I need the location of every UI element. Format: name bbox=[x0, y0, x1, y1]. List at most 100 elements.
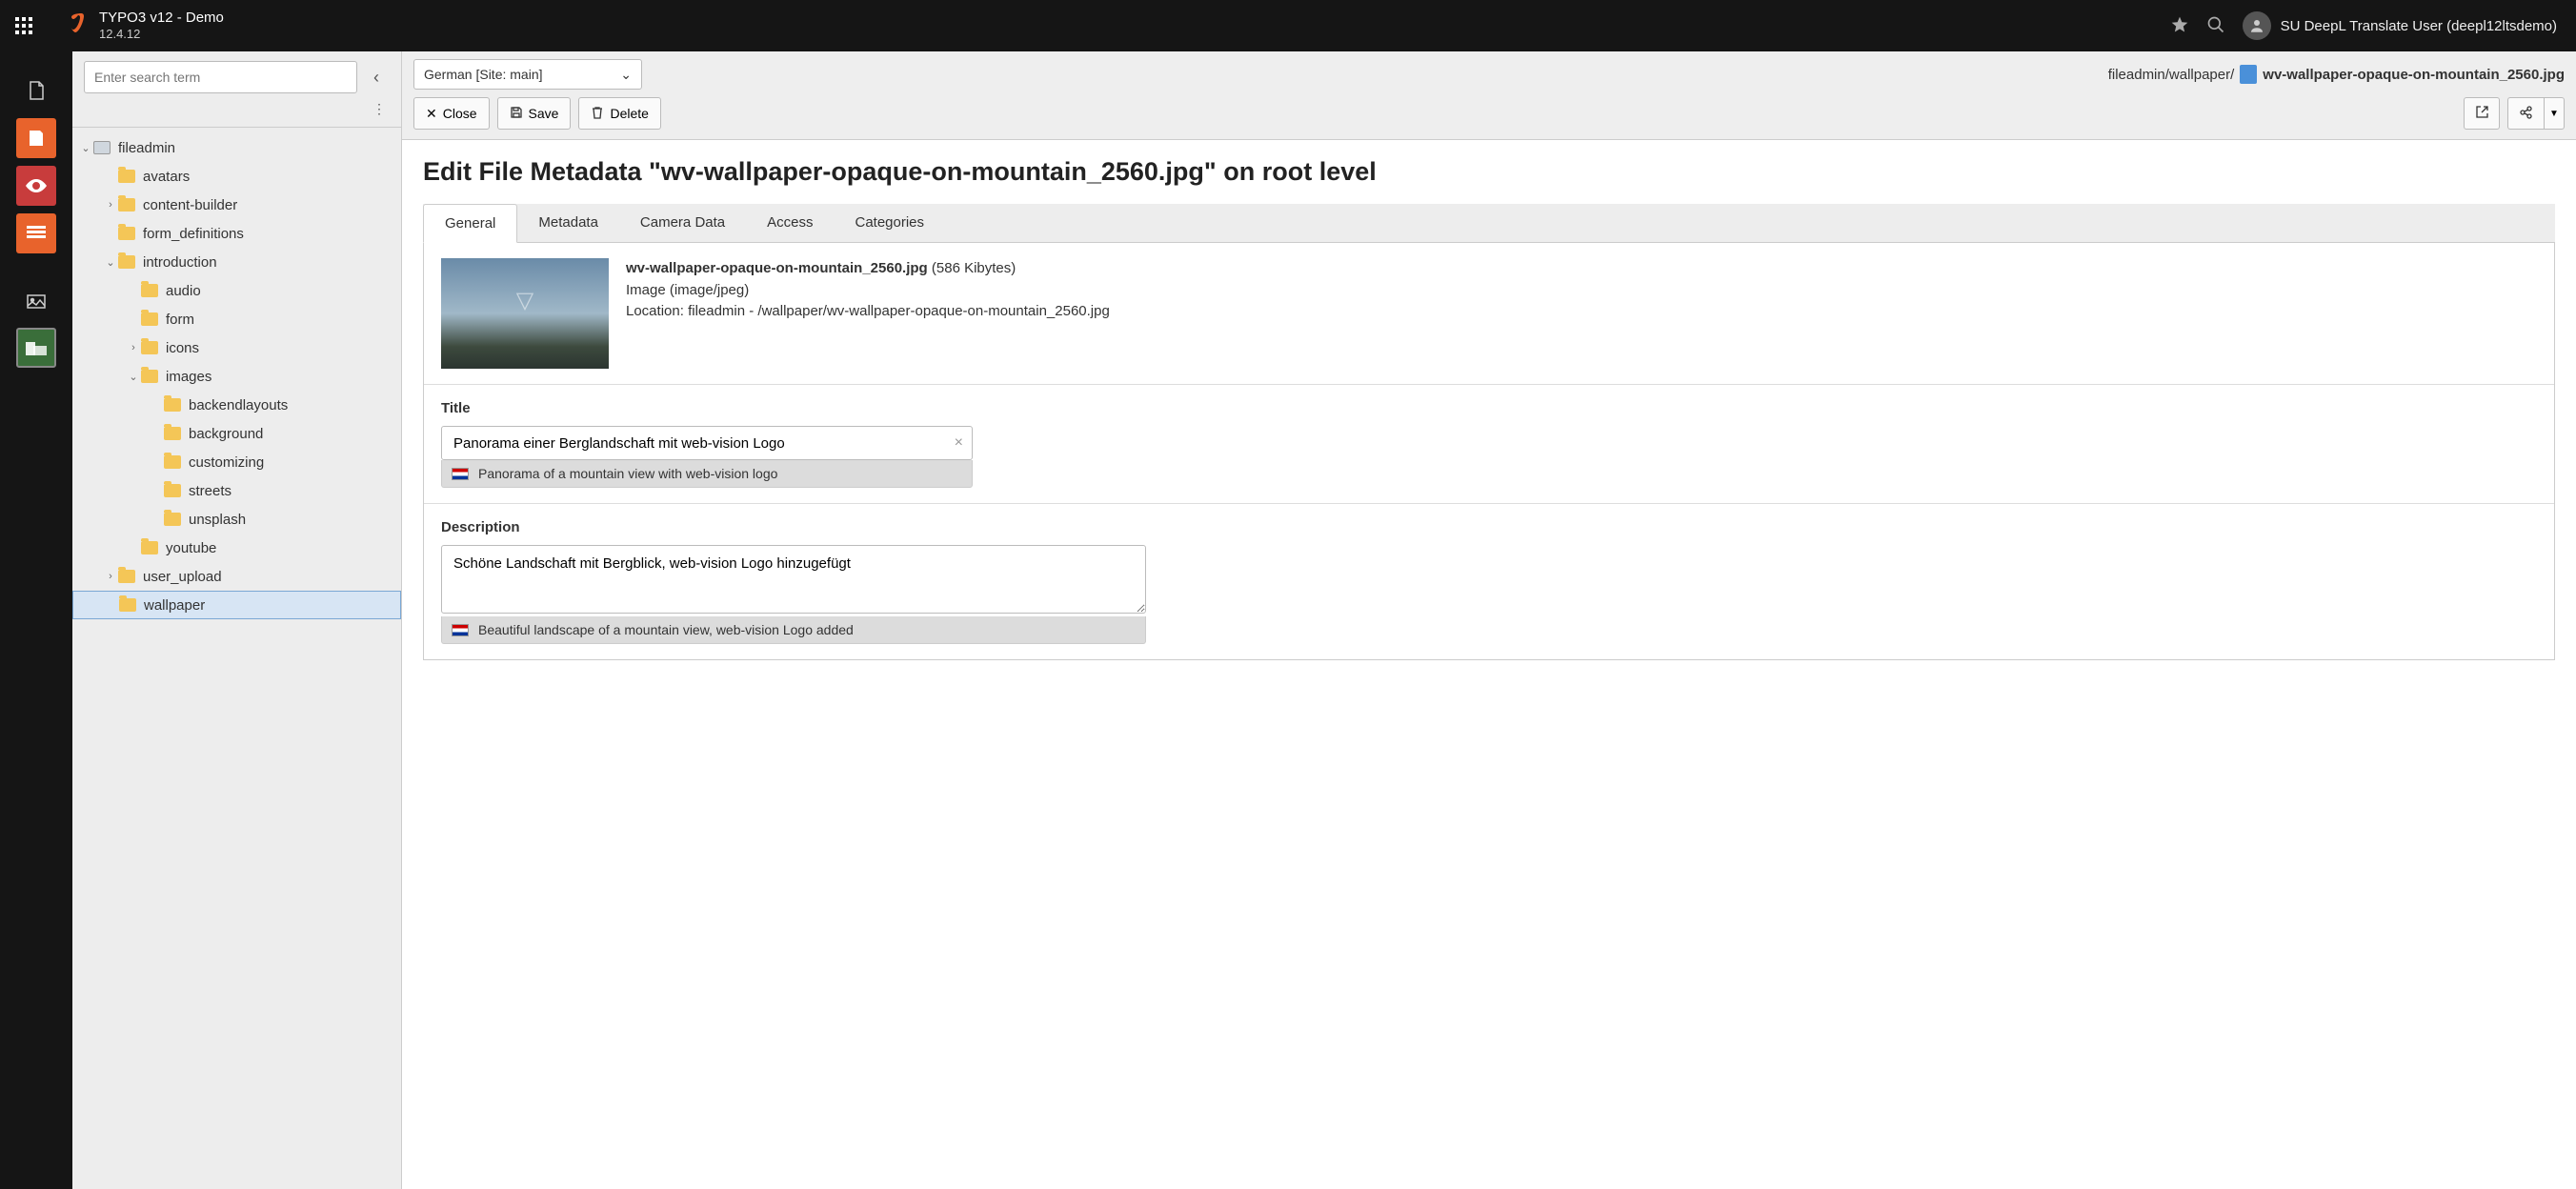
language-select[interactable]: German [Site: main] ⌄ bbox=[413, 59, 642, 90]
flag-en-icon bbox=[452, 468, 469, 480]
external-link-icon bbox=[2475, 105, 2489, 122]
folder-icon bbox=[164, 484, 181, 497]
app-version: 12.4.12 bbox=[99, 27, 224, 42]
title-translation-source: Panorama of a mountain view with web-vis… bbox=[441, 460, 973, 488]
module-page[interactable] bbox=[16, 71, 56, 111]
bookmark-icon[interactable] bbox=[2170, 15, 2189, 37]
typo3-logo-icon bbox=[57, 10, 88, 41]
tree-item-audio[interactable]: audio bbox=[72, 276, 401, 305]
module-menu-toggle[interactable] bbox=[0, 0, 48, 51]
tree-item-form[interactable]: form bbox=[72, 305, 401, 333]
folder-icon bbox=[118, 570, 135, 583]
description-translation-source: Beautiful landscape of a mountain view, … bbox=[441, 616, 1146, 644]
collapse-tree-button[interactable]: ‹ bbox=[363, 64, 390, 91]
delete-button[interactable]: Delete bbox=[578, 97, 660, 130]
file-location-label: Location: bbox=[626, 303, 684, 319]
search-icon[interactable] bbox=[2206, 15, 2225, 37]
tree-item-icons[interactable]: ›icons bbox=[72, 333, 401, 362]
save-button[interactable]: Save bbox=[497, 97, 572, 130]
tree-item-introduction[interactable]: ⌄introduction bbox=[72, 248, 401, 276]
folder-icon bbox=[141, 370, 158, 383]
folder-icon bbox=[118, 170, 135, 183]
folder-icon bbox=[141, 312, 158, 326]
tree-item-user_upload[interactable]: ›user_upload bbox=[72, 562, 401, 591]
open-new-window-button[interactable] bbox=[2464, 97, 2500, 130]
avatar-icon bbox=[2243, 11, 2271, 40]
caret-down-icon: ▼ bbox=[2549, 109, 2559, 119]
folder-icon bbox=[164, 455, 181, 469]
share-dropdown-button[interactable]: ▼ bbox=[2544, 97, 2565, 130]
module-bar bbox=[0, 51, 72, 1189]
tree-item-form_definitions[interactable]: form_definitions bbox=[72, 219, 401, 248]
breadcrumb-path[interactable]: fileadmin/wallpaper/ bbox=[2108, 67, 2235, 83]
tree-item-avatars[interactable]: avatars bbox=[72, 162, 401, 191]
share-button[interactable] bbox=[2507, 97, 2544, 130]
file-location: fileadmin - /wallpaper/wv-wallpaper-opaq… bbox=[688, 303, 1110, 319]
doc-header: German [Site: main] ⌄ fileadmin/wallpape… bbox=[402, 51, 2576, 140]
topbar: TYPO3 v12 - Demo 12.4.12 SU DeepL Transl… bbox=[0, 0, 2576, 51]
title-input[interactable] bbox=[441, 426, 973, 460]
chevron-down-icon: ⌄ bbox=[620, 67, 632, 83]
tree-item-wallpaper[interactable]: wallpaper bbox=[72, 591, 401, 619]
tab-general[interactable]: General bbox=[423, 204, 517, 243]
description-input[interactable] bbox=[441, 545, 1146, 614]
tab-categories[interactable]: Categories bbox=[834, 204, 945, 242]
breadcrumb-filename: wv-wallpaper-opaque-on-mountain_2560.jpg bbox=[2263, 67, 2565, 83]
tree-options-button[interactable]: ⋮ bbox=[72, 93, 401, 127]
folder-icon bbox=[164, 513, 181, 526]
file-tree-panel: ‹ ⋮ ⌄fileadminavatars›content-builderfor… bbox=[72, 51, 402, 1189]
module-list[interactable] bbox=[16, 118, 56, 158]
title-source-text: Panorama of a mountain view with web-vis… bbox=[478, 466, 777, 481]
description-label: Description bbox=[441, 519, 2537, 535]
folder-icon bbox=[141, 284, 158, 297]
module-filelist[interactable] bbox=[16, 328, 56, 368]
module-view[interactable] bbox=[16, 166, 56, 206]
tab-access[interactable]: Access bbox=[746, 204, 834, 242]
file-name: wv-wallpaper-opaque-on-mountain_2560.jpg bbox=[626, 260, 928, 276]
language-select-value: German [Site: main] bbox=[424, 67, 543, 82]
user-menu[interactable]: SU DeepL Translate User (deepl12ltsdemo) bbox=[2243, 11, 2557, 40]
file-type: Image (image/jpeg) bbox=[626, 280, 1110, 302]
description-source-text: Beautiful landscape of a mountain view, … bbox=[478, 622, 854, 637]
folder-icon bbox=[164, 427, 181, 440]
tree-item-backendlayouts[interactable]: backendlayouts bbox=[72, 391, 401, 419]
clear-title-button[interactable]: × bbox=[955, 434, 963, 452]
tabs: GeneralMetadataCamera DataAccessCategori… bbox=[423, 204, 2555, 243]
tree-item-unsplash[interactable]: unsplash bbox=[72, 505, 401, 534]
page-title: Edit File Metadata "wv-wallpaper-opaque-… bbox=[423, 157, 2555, 187]
folder-icon bbox=[164, 398, 181, 412]
save-icon bbox=[510, 106, 523, 122]
folder-icon bbox=[118, 227, 135, 240]
user-name: SU DeepL Translate User (deepl12ltsdemo) bbox=[2281, 18, 2557, 34]
tree-item-images[interactable]: ⌄images bbox=[72, 362, 401, 391]
tree-item-content-builder[interactable]: ›content-builder bbox=[72, 191, 401, 219]
file-thumbnail bbox=[441, 258, 609, 369]
file-image-icon bbox=[2240, 65, 2257, 84]
close-icon: ✕ bbox=[426, 106, 437, 122]
tree-item-customizing[interactable]: customizing bbox=[72, 448, 401, 476]
trash-icon bbox=[591, 106, 604, 122]
title-label: Title bbox=[441, 400, 2537, 416]
tree-item-background[interactable]: background bbox=[72, 419, 401, 448]
share-icon bbox=[2519, 105, 2533, 122]
tab-camera-data[interactable]: Camera Data bbox=[619, 204, 746, 242]
folder-icon bbox=[118, 198, 135, 212]
file-info: wv-wallpaper-opaque-on-mountain_2560.jpg… bbox=[626, 258, 1110, 369]
storage-icon bbox=[93, 141, 111, 154]
folder-icon bbox=[118, 255, 135, 269]
close-button[interactable]: ✕ Close bbox=[413, 97, 490, 130]
file-size: (586 Kibytes) bbox=[932, 260, 1016, 276]
folder-icon bbox=[119, 598, 136, 612]
app-title: TYPO3 v12 - Demo bbox=[99, 10, 224, 27]
flag-en-icon bbox=[452, 624, 469, 636]
folder-icon bbox=[141, 541, 158, 554]
tree-root[interactable]: ⌄fileadmin bbox=[72, 133, 401, 162]
tab-metadata[interactable]: Metadata bbox=[517, 204, 619, 242]
breadcrumb: fileadmin/wallpaper/ wv-wallpaper-opaque… bbox=[2108, 65, 2565, 84]
tree-item-streets[interactable]: streets bbox=[72, 476, 401, 505]
module-info[interactable] bbox=[16, 213, 56, 253]
module-file[interactable] bbox=[16, 280, 56, 320]
tree-search-input[interactable] bbox=[84, 61, 357, 93]
folder-icon bbox=[141, 341, 158, 354]
tree-item-youtube[interactable]: youtube bbox=[72, 534, 401, 562]
